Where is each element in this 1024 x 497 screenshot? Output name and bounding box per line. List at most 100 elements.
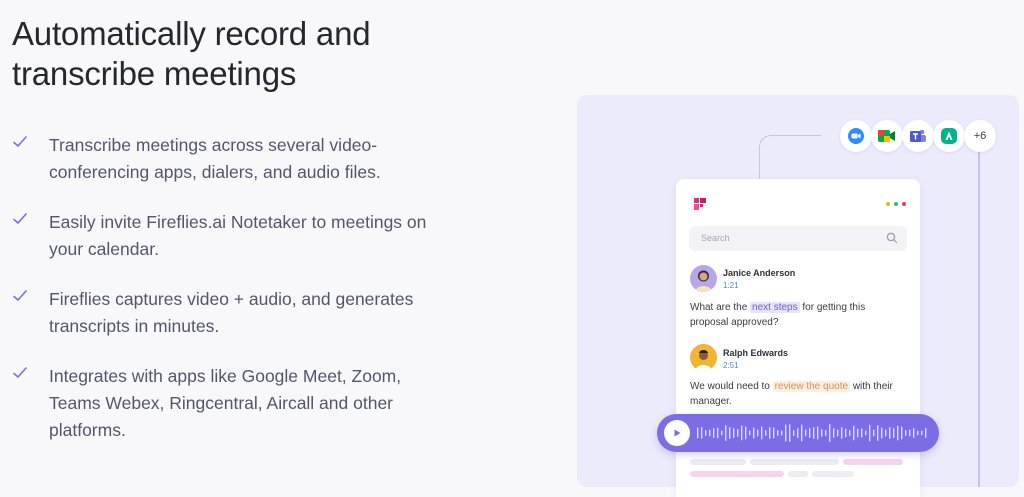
waveform-bar (745, 426, 747, 440)
waveform-bar (741, 425, 743, 441)
feature-text: Easily invite Fireflies.ai Notetaker to … (49, 212, 427, 259)
search-placeholder: Search (701, 233, 730, 243)
waveform-bar (873, 429, 875, 437)
waveform-bar (825, 430, 827, 436)
more-integrations-badge: +6 (964, 120, 996, 152)
checkmark-icon (13, 136, 27, 147)
waveform-bar (877, 425, 879, 441)
placeholder-bar (788, 471, 808, 477)
waveform-bar (793, 430, 795, 436)
waveform-bar (901, 426, 903, 440)
waveform-bar (797, 428, 799, 438)
transcript-message: We would need to review the quote with t… (690, 380, 905, 409)
message-text: What are the (690, 302, 751, 313)
waveform-bar (905, 430, 907, 436)
placeholder-bar (812, 471, 854, 477)
highlighted-phrase[interactable]: review the quote (772, 381, 851, 392)
waveform-bar (849, 430, 851, 436)
waveform-bar (769, 427, 771, 439)
waveform-bar (733, 428, 735, 438)
waveform-bar (725, 425, 727, 441)
checkmark-icon (13, 290, 27, 301)
connector-line (759, 135, 821, 185)
checkmark-icon (13, 213, 27, 224)
waveform-bar (765, 430, 767, 436)
waveform-bar (897, 425, 899, 441)
waveform-bar (781, 430, 783, 436)
waveform-bar (737, 429, 739, 437)
waveform-bar (921, 430, 923, 436)
highlighted-phrase[interactable]: next steps (750, 302, 800, 313)
waveform-bar (917, 430, 919, 436)
placeholder-bar (750, 459, 839, 465)
waveform-bar (889, 427, 891, 439)
dot-red (902, 202, 906, 206)
avatar (690, 265, 717, 292)
waveform-bar (857, 428, 859, 438)
waveform-bar (881, 427, 883, 439)
waveform-bar (861, 428, 863, 438)
window-dots (886, 202, 906, 206)
waveform-bar (865, 430, 867, 436)
play-button[interactable] (664, 420, 690, 446)
dot-green (894, 202, 898, 206)
waveform-bar (805, 429, 807, 437)
speaker-name: Ralph Edwards (723, 348, 789, 358)
waveform-bar (697, 427, 699, 439)
feature-text: Transcribe meetings across several video… (49, 135, 381, 182)
connector-line (978, 150, 980, 487)
waveform-bar (721, 430, 723, 436)
audio-waveform[interactable] (695, 422, 931, 444)
transcript-message: What are the next steps for getting this… (690, 301, 905, 330)
microsoft-teams-icon (902, 120, 934, 152)
timestamp-link[interactable]: 2:51 (723, 361, 739, 370)
waveform-bar (713, 428, 715, 438)
placeholder-bar (690, 471, 784, 477)
checkmark-icon (13, 367, 27, 378)
feature-text: Integrates with apps like Google Meet, Z… (49, 366, 402, 440)
timestamp-link[interactable]: 1:21 (723, 281, 739, 290)
waveform-bar (853, 425, 855, 441)
waveform-bar (885, 429, 887, 437)
placeholder-bar (843, 459, 903, 465)
waveform-bar (753, 427, 755, 439)
feature-item: Integrates with apps like Google Meet, Z… (12, 363, 452, 444)
zoom-icon (840, 120, 872, 152)
waveform-bar (817, 426, 819, 440)
waveform-bar (841, 427, 843, 439)
waveform-bar (909, 429, 911, 437)
waveform-bar (701, 427, 703, 439)
waveform-bar (749, 430, 751, 436)
search-icon (886, 232, 898, 244)
dot-yellow (886, 202, 890, 206)
speaker-name: Janice Anderson (723, 268, 796, 278)
waveform-bar (925, 428, 927, 438)
audio-player (657, 414, 939, 452)
feature-item: Easily invite Fireflies.ai Notetaker to … (12, 209, 452, 263)
fireflies-logo-icon (694, 198, 706, 210)
waveform-bar (709, 429, 711, 437)
google-meet-icon (871, 120, 903, 152)
aircall-icon (933, 120, 965, 152)
waveform-bar (913, 428, 915, 438)
play-icon (674, 429, 681, 437)
waveform-bar (717, 427, 719, 439)
waveform-bar (809, 428, 811, 438)
waveform-bar (789, 424, 791, 442)
feature-text: Fireflies captures video + audio, and ge… (49, 289, 414, 336)
feature-item: Transcribe meetings across several video… (12, 132, 452, 186)
placeholder-bar (690, 459, 746, 465)
waveform-bar (869, 424, 871, 442)
waveform-bar (833, 428, 835, 438)
waveform-bar (757, 429, 759, 437)
message-text: We would need to (690, 381, 773, 392)
waveform-bar (845, 428, 847, 438)
waveform-bar (785, 424, 787, 442)
waveform-bar (813, 427, 815, 439)
search-bar[interactable]: Search (689, 226, 907, 251)
waveform-bar (837, 429, 839, 437)
feature-item: Fireflies captures video + audio, and ge… (12, 286, 452, 340)
avatar (690, 344, 717, 371)
page-title: Automatically record and transcribe meet… (12, 15, 371, 92)
more-integrations-count: +6 (973, 130, 987, 142)
